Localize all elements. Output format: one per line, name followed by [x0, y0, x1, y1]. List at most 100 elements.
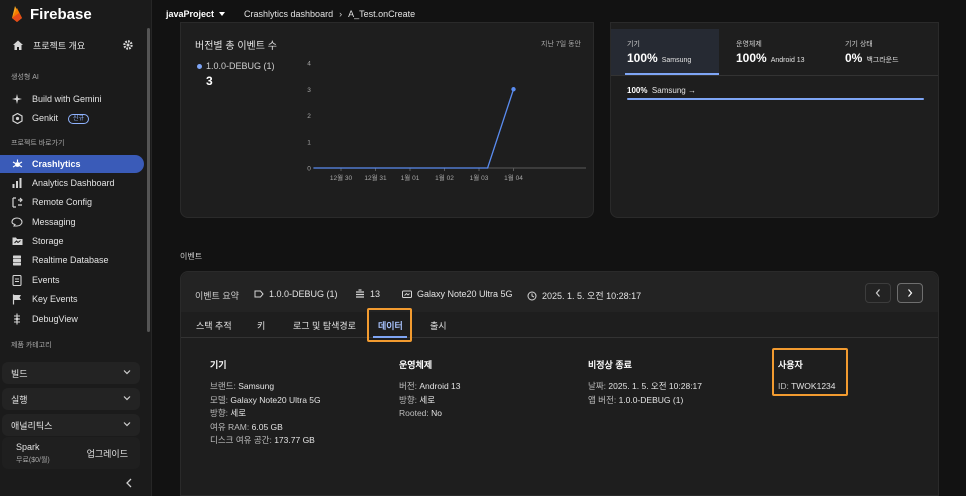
sidebar-scrollbar[interactable] — [147, 28, 150, 332]
y-tick-label: 3 — [307, 87, 311, 94]
sidebar-item-events[interactable]: Events — [0, 271, 146, 289]
debug-icon — [11, 313, 23, 325]
tab-keys[interactable]: 키 — [257, 319, 265, 332]
category-build[interactable]: 빌드 — [2, 362, 140, 384]
sidebar-item-analytics-dashboard[interactable]: Analytics Dashboard — [0, 174, 146, 192]
highlight-box-user — [772, 348, 848, 396]
collapse-sidebar-icon[interactable] — [124, 477, 134, 489]
bar-chart-icon — [11, 177, 23, 189]
x-tick-label: 12월 30 — [330, 173, 353, 182]
firebase-logo[interactable]: Firebase — [10, 4, 92, 24]
chevron-down-icon — [123, 396, 131, 401]
sidebar-item-label: Crashlytics — [32, 159, 81, 169]
tab-device-state[interactable]: 기기 상태 0% 백그라운드 — [829, 29, 937, 75]
x-tick-label: 1월 04 — [504, 173, 523, 182]
project-overview[interactable]: 프로젝트 개요 — [0, 34, 146, 56]
chevron-right-icon — [908, 289, 913, 297]
category-run[interactable]: 실행 — [2, 388, 140, 410]
breadcrumb-issue: A_Test.onCreate — [348, 9, 416, 19]
events-by-version-card: 버전별 총 이벤트 수 지난 7일 동안 1.0.0-DEBUG (1) 3 0… — [180, 22, 594, 218]
next-event-button[interactable] — [897, 283, 923, 303]
project-selector[interactable]: javaProject — [166, 9, 226, 19]
tab-title: 기기 상태 — [845, 41, 873, 48]
category-analytics[interactable]: 애널리틱스 — [2, 414, 140, 436]
tab-os[interactable]: 운영체제 100% Android 13 — [720, 29, 828, 75]
event-count: 13 — [355, 289, 380, 299]
data-column-crash: 비정상 종료 날짜: 2025. 1. 5. 오전 10:28:17 앱 버전:… — [588, 358, 702, 407]
genkit-icon — [11, 112, 23, 124]
dropdown-arrow-icon — [219, 12, 226, 16]
column-title: 비정상 종료 — [588, 360, 632, 370]
sidebar-item-label: Messaging — [32, 217, 76, 227]
data-row: 방향: 세로 — [210, 408, 247, 418]
device-icon — [402, 290, 412, 298]
stack-icon — [356, 289, 364, 298]
sidebar-item-label: Remote Config — [32, 197, 93, 207]
gear-icon[interactable] — [122, 39, 134, 51]
sidebar-item-key-events[interactable]: Key Events — [0, 290, 146, 308]
line-chart: 0 1 2 3 4 12월 30 12월 31 1월 01 1월 02 1월 03 1월 04 — [307, 61, 586, 182]
tab-stack-trace[interactable]: 스택 추적 — [196, 319, 232, 332]
sidebar-item-label: Storage — [32, 236, 64, 246]
x-tick-label: 1월 02 — [435, 173, 454, 182]
series-line — [313, 89, 515, 169]
chart-legend[interactable]: 1.0.0-DEBUG (1) — [197, 61, 275, 71]
event-device: Galaxy Note20 Ultra 5G — [402, 289, 513, 299]
category-label: 애널리틱스 — [11, 420, 53, 431]
upgrade-button[interactable]: 업그레이드 — [87, 447, 128, 460]
legend-label: 1.0.0-DEBUG (1) — [206, 61, 275, 71]
sidebar-item-label: Genkit — [32, 113, 59, 123]
tab-value: 100% Android 13 — [736, 51, 805, 65]
event-detail-card: 이벤트 요약 1.0.0-DEBUG (1) 13 Galaxy Note20 … — [180, 271, 939, 496]
sidebar-item-storage[interactable]: Storage — [0, 232, 146, 250]
sidebar-item-remote-config[interactable]: Remote Config — [0, 193, 146, 211]
category-label: 빌드 — [11, 368, 28, 379]
row-label: Samsung → — [651, 86, 696, 95]
section-label-categories: 제품 카테고리 — [11, 342, 52, 349]
breadcrumb-separator: › — [339, 9, 343, 19]
y-tick-label: 1 — [307, 139, 311, 146]
x-tick-label: 1월 01 — [401, 173, 420, 182]
column-title: 기기 — [210, 360, 227, 370]
tag-icon — [254, 290, 264, 298]
messaging-icon — [11, 216, 23, 228]
sidebar-item-label: Events — [32, 275, 60, 285]
legend-dot — [197, 63, 202, 69]
chart-period: 지난 7일 동안 — [541, 41, 581, 48]
chart-title: 버전별 총 이벤트 수 — [195, 41, 277, 52]
flag-icon — [11, 293, 23, 305]
sidebar-item-debugview[interactable]: DebugView — [0, 310, 146, 328]
data-row: Rooted: No — [399, 408, 443, 418]
data-row: 여유 RAM: 6.05 GB — [210, 421, 283, 432]
section-label-genai: 생성형 AI — [11, 74, 39, 81]
data-row: 디스크 여유 공간: 173.77 GB — [210, 435, 315, 445]
sidebar-item-build-with-gemini[interactable]: Build with Gemini — [0, 90, 146, 108]
y-tick-label: 4 — [307, 61, 311, 68]
tab-release[interactable]: 출시 — [430, 319, 447, 332]
database-icon — [11, 254, 23, 266]
sparkle-icon — [11, 93, 23, 105]
plan-name: Spark — [16, 442, 40, 452]
sidebar-item-crashlytics[interactable]: Crashlytics — [0, 155, 144, 173]
y-tick-label: 0 — [307, 166, 311, 173]
distribution-card: 기기 100% Samsung 운영체제 100% Android 13 기기 상태… — [610, 22, 939, 218]
sidebar-item-messaging[interactable]: Messaging — [0, 213, 146, 231]
tab-logs-breadcrumbs[interactable]: 로그 및 탐색경로 — [293, 319, 356, 332]
chevron-left-icon — [875, 289, 880, 297]
sidebar-item-genkit[interactable]: Genkit 신규 — [0, 109, 146, 127]
divider — [611, 75, 938, 76]
crashlytics-icon — [11, 158, 23, 170]
tab-value: 100% Samsung — [627, 51, 692, 65]
app-name: Firebase — [30, 5, 92, 23]
tab-device[interactable]: 기기 100% Samsung — [611, 29, 719, 75]
sidebar-item-label: Realtime Database — [32, 255, 109, 265]
sidebar-item-realtime-database[interactable]: Realtime Database — [0, 251, 146, 269]
breadcrumb-crashlytics[interactable]: Crashlytics dashboard — [244, 9, 333, 19]
sidebar-item-label: DebugView — [32, 314, 78, 324]
sidebar-item-label: Analytics Dashboard — [32, 178, 115, 188]
project-name: javaProject — [166, 9, 215, 19]
data-point — [511, 87, 516, 92]
previous-event-button[interactable] — [865, 283, 891, 303]
distribution-row[interactable]: 100% Samsung → — [627, 86, 696, 95]
tab-title: 운영체제 — [736, 41, 762, 48]
